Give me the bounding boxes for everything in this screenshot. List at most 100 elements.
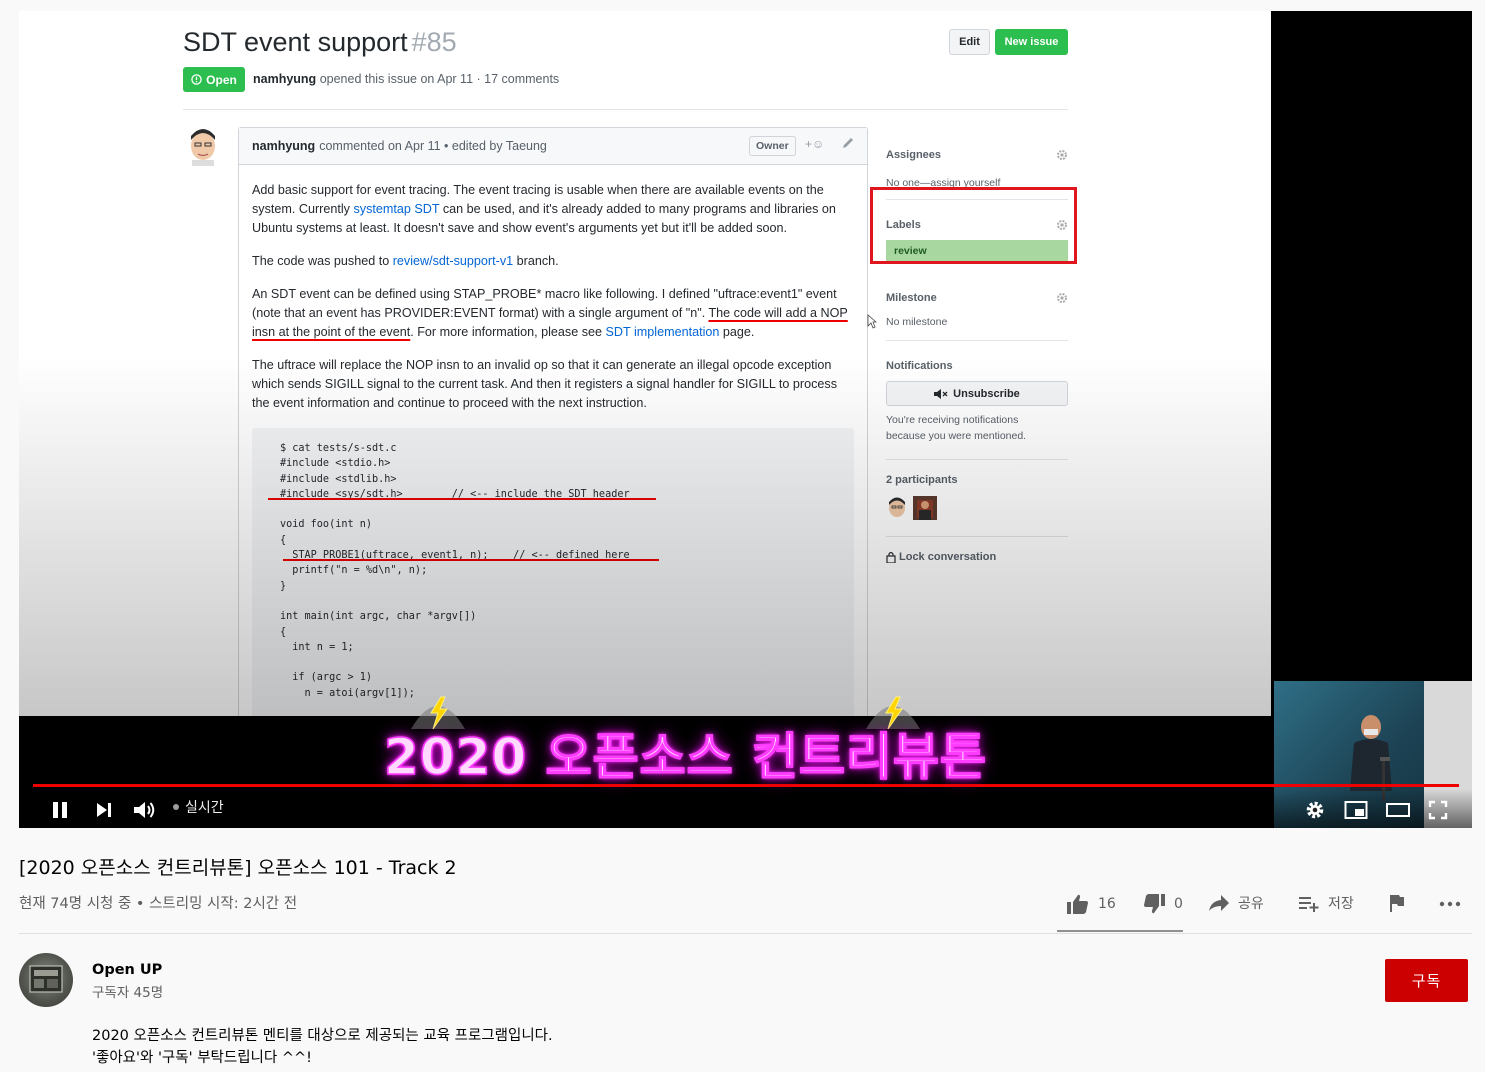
player-controls: 실시간 bbox=[19, 789, 1472, 828]
issue-number: #85 bbox=[411, 27, 457, 57]
divider bbox=[886, 340, 1068, 341]
gear-icon bbox=[1057, 150, 1067, 160]
video-frame-github-issue: SDT event support #85 Edit New issue Open… bbox=[19, 11, 1271, 716]
divider bbox=[886, 536, 1068, 537]
issue-meta-text: opened this issue on Apr 11 · 17 comment… bbox=[319, 72, 560, 86]
playlist-add-icon bbox=[1299, 897, 1319, 912]
comment-body: Add basic support for event tracing. The… bbox=[239, 165, 867, 413]
channel-logo-icon bbox=[29, 965, 63, 993]
lock-conversation-label: Lock conversation bbox=[899, 551, 997, 563]
branch-link: review/sdt-support-v1 bbox=[392, 254, 514, 268]
notifications-section: Notifications Unsubscribe You're receivi… bbox=[886, 360, 1068, 444]
live-dot-icon bbox=[173, 804, 179, 810]
participant-avatar bbox=[889, 497, 905, 517]
notifications-note: You're receiving notifications because y… bbox=[886, 414, 1027, 442]
annotation-underline bbox=[283, 559, 659, 561]
mouse-cursor-icon bbox=[867, 314, 877, 329]
miniplayer-icon[interactable] bbox=[1344, 799, 1368, 821]
issue-title: SDT event support #85 bbox=[183, 27, 457, 57]
comment-paragraph-4: The uftrace will replace the NOP insn to… bbox=[252, 358, 837, 410]
subscriber-count: 구독자 45명 bbox=[92, 985, 164, 1001]
owner-badge: Owner bbox=[749, 136, 796, 156]
notifications-title: Notifications bbox=[886, 360, 953, 372]
more-actions-button[interactable] bbox=[1438, 893, 1462, 913]
video-description: 2020 오픈소스 컨트리뷰톤 멘티를 대상으로 제공되는 교육 프로그램입니다… bbox=[92, 1025, 553, 1069]
more-horizontal-icon bbox=[1439, 901, 1461, 907]
thumbs-down-icon bbox=[1144, 894, 1165, 914]
comment-paragraph-2: The code was pushed to review/sdt-suppor… bbox=[252, 254, 559, 268]
state-label: Open bbox=[206, 72, 237, 87]
edit-button: Edit bbox=[949, 29, 990, 55]
report-button[interactable] bbox=[1388, 893, 1406, 913]
issue-comment: namhyung commented on Apr 11 • edited by… bbox=[238, 127, 868, 716]
theater-mode-icon[interactable] bbox=[1385, 799, 1411, 821]
systemtap-sdt-link: systemtap SDT bbox=[353, 202, 440, 216]
issue-author: namhyung bbox=[253, 72, 317, 86]
lock-conversation: Lock conversation bbox=[886, 551, 1068, 563]
save-button[interactable]: 저장 bbox=[1298, 893, 1354, 913]
code-block: $ cat tests/s-sdt.c #include <stdio.h> #… bbox=[252, 428, 854, 716]
mute-icon bbox=[934, 388, 948, 399]
fullscreen-icon[interactable] bbox=[1427, 799, 1449, 821]
like-count: 16 bbox=[1098, 896, 1116, 912]
open-state-badge: Open bbox=[183, 67, 245, 92]
lock-icon bbox=[886, 551, 896, 563]
comment-header-text: commented on Apr 11 • edited by Taeung bbox=[319, 139, 547, 153]
milestone-title: Milestone bbox=[886, 292, 937, 304]
divider bbox=[183, 109, 1068, 110]
participants-avatars bbox=[886, 496, 1068, 520]
issue-opened-icon bbox=[191, 74, 202, 85]
share-icon bbox=[1209, 895, 1229, 911]
unsubscribe-button: Unsubscribe bbox=[886, 381, 1068, 406]
milestone-section: Milestone No milestone bbox=[886, 292, 1068, 330]
author-avatar bbox=[191, 129, 215, 166]
comment-paragraph-3: An SDT event can be defined using STAP_P… bbox=[252, 287, 848, 339]
flag-icon bbox=[1390, 895, 1404, 912]
participants-section: 2 participants bbox=[886, 474, 1068, 520]
dislike-button[interactable]: 0 bbox=[1142, 893, 1183, 915]
channel-avatar[interactable] bbox=[19, 953, 73, 1007]
milestone-value: No milestone bbox=[886, 316, 948, 328]
comment-header: namhyung commented on Apr 11 • edited by… bbox=[239, 128, 867, 165]
code-text: $ cat tests/s-sdt.c #include <stdio.h> #… bbox=[280, 443, 630, 699]
new-issue-button: New issue bbox=[995, 29, 1068, 55]
share-button[interactable]: 공유 bbox=[1208, 893, 1264, 913]
pause-icon[interactable] bbox=[49, 799, 71, 821]
save-label: 저장 bbox=[1328, 896, 1354, 912]
sdt-implementation-link: SDT implementation bbox=[605, 325, 720, 339]
neon-banner-text: 2020 오픈소스 컨트리뷰톤 bbox=[383, 727, 987, 787]
assignees-title: Assignees bbox=[886, 149, 942, 161]
participant-avatar bbox=[913, 496, 937, 520]
video-title: [2020 오픈소스 컨트리뷰톤] 오픈소스 101 - Track 2 bbox=[19, 857, 457, 879]
video-player[interactable]: SDT event support #85 Edit New issue Open… bbox=[19, 11, 1472, 828]
live-label: 실시간 bbox=[185, 800, 224, 816]
sentiment-bar bbox=[1057, 930, 1183, 932]
divider bbox=[886, 459, 1068, 460]
channel-name[interactable]: Open UP bbox=[92, 962, 162, 978]
divider bbox=[19, 933, 1472, 934]
highlight-rectangle bbox=[870, 187, 1077, 264]
like-button[interactable]: 16 bbox=[1066, 893, 1116, 915]
annotation-underline bbox=[268, 498, 656, 500]
description-line: '좋아요'와 '구독' 부탁드립니다 ^^! bbox=[92, 1050, 312, 1066]
issue-meta: namhyung opened this issue on Apr 11 · 1… bbox=[253, 72, 559, 86]
subscribe-button[interactable]: 구독 bbox=[1385, 959, 1468, 1002]
pencil-icon bbox=[843, 138, 853, 148]
thumbs-up-icon bbox=[1067, 894, 1088, 914]
comment-author: namhyung bbox=[252, 139, 316, 153]
unsubscribe-label: Unsubscribe bbox=[953, 387, 1020, 400]
live-indicator[interactable]: 실시간 bbox=[173, 797, 224, 817]
share-label: 공유 bbox=[1238, 896, 1264, 912]
dislike-count: 0 bbox=[1174, 896, 1183, 912]
assignees-section: Assignees No one—assign yourself bbox=[886, 149, 1068, 191]
gear-icon bbox=[1057, 293, 1067, 303]
volume-icon[interactable] bbox=[132, 799, 158, 821]
video-view-info: 현재 74명 시청 중 • 스트리밍 시작: 2시간 전 bbox=[19, 896, 298, 912]
add-reaction-icon: +☺ bbox=[805, 137, 825, 151]
comment-paragraph-1: Add basic support for event tracing. The… bbox=[252, 183, 836, 235]
participants-title: 2 participants bbox=[886, 474, 958, 486]
description-line: 2020 오픈소스 컨트리뷰톤 멘티를 대상으로 제공되는 교육 프로그램입니다… bbox=[92, 1028, 553, 1044]
next-icon[interactable] bbox=[93, 799, 115, 821]
settings-gear-icon[interactable] bbox=[1304, 799, 1326, 821]
progress-bar[interactable] bbox=[33, 784, 1459, 787]
